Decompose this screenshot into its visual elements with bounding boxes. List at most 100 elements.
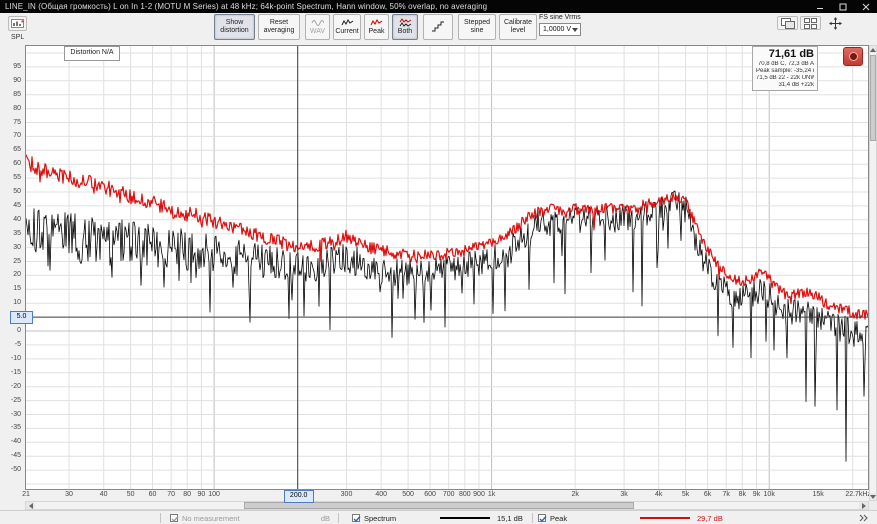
y-tick-label: 95 xyxy=(0,63,21,70)
peak-checkbox[interactable] xyxy=(538,514,546,522)
wav-label: WAV xyxy=(310,28,325,36)
x-tick-label: 8k xyxy=(727,491,757,498)
x-tick-label: 4k xyxy=(644,491,674,498)
y-axis-labels: 95908580757065605550454035302520151050-5… xyxy=(0,0,25,524)
spectrum-traces-canvas xyxy=(26,46,868,489)
x-tick-label: 900 xyxy=(464,491,494,498)
stepped-sine-button[interactable]: Stepped sine xyxy=(458,14,496,40)
checkmark-icon xyxy=(539,515,547,523)
y-tick-label: 75 xyxy=(0,119,21,126)
x-cursor-label[interactable]: 200.0 xyxy=(284,490,314,503)
no-measurement-label: No measurement xyxy=(182,514,240,523)
y-tick-label: 70 xyxy=(0,132,21,139)
no-measurement-checkbox[interactable] xyxy=(170,514,178,522)
spectrum-line-swatch xyxy=(440,517,490,519)
x-tick-label: 400 xyxy=(366,491,396,498)
checkmark-icon xyxy=(353,515,361,523)
y-tick-label: 35 xyxy=(0,230,21,237)
app-window: LINE_IN (Общая громкость) L on In 1-2 (M… xyxy=(0,0,877,524)
fs-sine-vrms-label: FS sine Vrms xyxy=(539,14,581,21)
statusbar-separator xyxy=(160,513,161,523)
spectrum-checkbox[interactable] xyxy=(352,514,360,522)
x-tick-label: 50 xyxy=(116,491,146,498)
status-bar: No measurement dB Spectrum 15,1 dB Peak … xyxy=(0,510,877,524)
calibrate-level-button[interactable]: Calibrate level xyxy=(499,14,537,40)
y-tick-label: 30 xyxy=(0,244,21,251)
pan-graph-button[interactable] xyxy=(826,15,844,31)
peak-trace-icon xyxy=(370,18,383,27)
close-icon xyxy=(862,3,870,11)
scroll-up-arrow-icon xyxy=(870,48,876,52)
peak-legend-label: Peak xyxy=(550,514,567,523)
both-traces-icon xyxy=(399,18,412,27)
y-tick-label: 85 xyxy=(0,91,21,98)
x-tick-label: 1k xyxy=(477,491,507,498)
graph-tiles-button[interactable] xyxy=(800,16,821,30)
generator-signal-button[interactable] xyxy=(423,14,453,40)
spectrum-legend-label: Spectrum xyxy=(364,514,396,523)
scroll-right-arrow-icon xyxy=(862,503,866,509)
y-tick-label: -30 xyxy=(0,411,21,418)
x-tick-label: 30 xyxy=(54,491,84,498)
x-tick-label: 800 xyxy=(450,491,480,498)
maximize-button[interactable] xyxy=(831,0,854,13)
minimize-button[interactable] xyxy=(808,0,831,13)
x-tick-label: 10k xyxy=(754,491,784,498)
y-tick-label: 50 xyxy=(0,188,21,195)
scroll-left-button[interactable] xyxy=(26,502,35,509)
x-tick-label: 2k xyxy=(560,491,590,498)
statusbar-separator xyxy=(532,513,533,523)
level-readout-box: 71,61 dB 70,8 dB C, 72,3 dB A Peak sampl… xyxy=(752,46,818,91)
statusbar-overflow-button[interactable] xyxy=(858,513,870,524)
peak-trace-button[interactable]: Peak xyxy=(364,14,389,40)
vertical-scroll-thumb[interactable] xyxy=(870,55,876,141)
y-tick-label: 25 xyxy=(0,258,21,265)
reset-averaging-button[interactable]: Reset averaging xyxy=(258,14,300,40)
y-tick-label: -5 xyxy=(0,341,21,348)
current-trace-button[interactable]: Current xyxy=(333,14,361,40)
weighted-levels-value: 70,8 dB C, 72,3 dB A xyxy=(756,61,814,68)
scrollbar-corner xyxy=(869,501,877,510)
x-tick-label: 7k xyxy=(711,491,741,498)
y-tick-label: -50 xyxy=(0,466,21,473)
x-tick-label: 100 xyxy=(199,491,229,498)
band-level-value: 71,5 dB 22 - 22k UNW xyxy=(756,75,814,82)
scroll-up-button[interactable] xyxy=(870,46,876,53)
show-distortion-button[interactable]: Show distortion xyxy=(214,14,255,40)
current-label: Current xyxy=(335,28,358,36)
y-tick-label: -35 xyxy=(0,424,21,431)
scroll-down-button[interactable] xyxy=(870,493,876,500)
scroll-right-button[interactable] xyxy=(859,502,868,509)
x-tick-label: 70 xyxy=(156,491,186,498)
vertical-scrollbar[interactable] xyxy=(869,45,877,501)
peak-line-swatch xyxy=(640,517,690,519)
graph-panels-button[interactable] xyxy=(777,16,798,30)
double-chevron-right-icon xyxy=(858,513,870,523)
scroll-down-arrow-icon xyxy=(870,495,876,499)
x-tick-label: 22.7kHz xyxy=(823,491,871,498)
maximize-icon xyxy=(839,3,847,11)
wav-button[interactable]: WAV xyxy=(305,14,330,40)
x-tick-label: 500 xyxy=(393,491,423,498)
monitor-input-button[interactable] xyxy=(8,16,27,31)
peak-label: Peak xyxy=(369,28,385,36)
y-tick-label: 45 xyxy=(0,202,21,209)
record-button[interactable] xyxy=(843,47,863,66)
y-tick-label: -45 xyxy=(0,452,21,459)
current-trace-icon xyxy=(341,18,354,27)
peak-level-value: 29,7 dB xyxy=(697,514,723,523)
x-tick-label: 90 xyxy=(186,491,216,498)
horizontal-scroll-thumb[interactable] xyxy=(244,502,634,509)
x-tick-label: 40 xyxy=(89,491,119,498)
fs-sine-vrms-select[interactable]: 1,0000 V xyxy=(539,23,581,36)
horizontal-scrollbar[interactable] xyxy=(25,501,869,510)
spl-axis-title: SPL xyxy=(11,34,24,41)
close-button[interactable] xyxy=(854,0,877,13)
both-traces-button[interactable]: Both xyxy=(392,14,418,40)
y-cursor-label[interactable]: 5.0 xyxy=(10,311,33,324)
peak-sample-value: Peak sample: -35,24 dBFS xyxy=(756,68,814,75)
spectrum-plot[interactable] xyxy=(25,45,869,490)
distortion-badge: Distortion N/A xyxy=(64,46,120,61)
stepped-sine-label: Stepped sine xyxy=(460,19,494,35)
x-tick-label: 9k xyxy=(742,491,772,498)
